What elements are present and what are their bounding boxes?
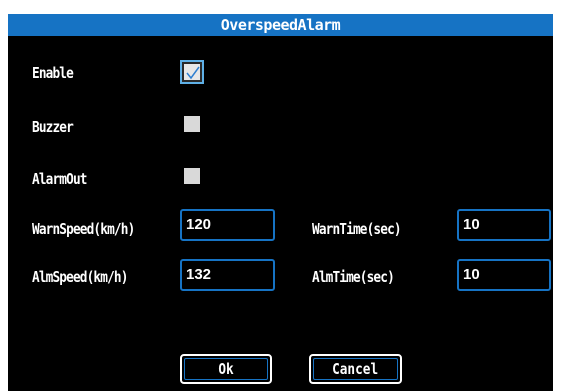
cancel-button-label: Cancel bbox=[332, 360, 379, 378]
enable-label: Enable bbox=[32, 64, 74, 82]
cancel-button[interactable]: Cancel bbox=[309, 354, 402, 384]
alm-time-label: AlmTime(sec) bbox=[312, 268, 395, 286]
dialog-frame bbox=[0, 0, 563, 391]
warn-speed-input[interactable]: 120 bbox=[180, 209, 275, 241]
dialog-title: OverspeedAlarm bbox=[8, 14, 553, 36]
warn-speed-label: WarnSpeed(km/h) bbox=[32, 220, 135, 238]
alarmout-checkbox[interactable] bbox=[184, 168, 200, 184]
top-border bbox=[0, 0, 563, 14]
enable-checkbox[interactable] bbox=[180, 60, 204, 84]
warn-time-input[interactable]: 10 bbox=[457, 209, 551, 241]
alm-speed-label: AlmSpeed(km/h) bbox=[32, 268, 128, 286]
ok-button[interactable]: Ok bbox=[180, 354, 272, 384]
buzzer-checkbox[interactable] bbox=[184, 116, 200, 132]
ok-button-label: Ok bbox=[218, 360, 234, 378]
alarmout-label: AlarmOut bbox=[32, 170, 87, 188]
buzzer-label: Buzzer bbox=[32, 118, 74, 136]
checkmark-icon bbox=[186, 66, 200, 80]
alm-time-input[interactable]: 10 bbox=[457, 259, 551, 291]
alm-speed-input[interactable]: 132 bbox=[180, 259, 275, 291]
warn-time-label: WarnTime(sec) bbox=[312, 220, 402, 238]
